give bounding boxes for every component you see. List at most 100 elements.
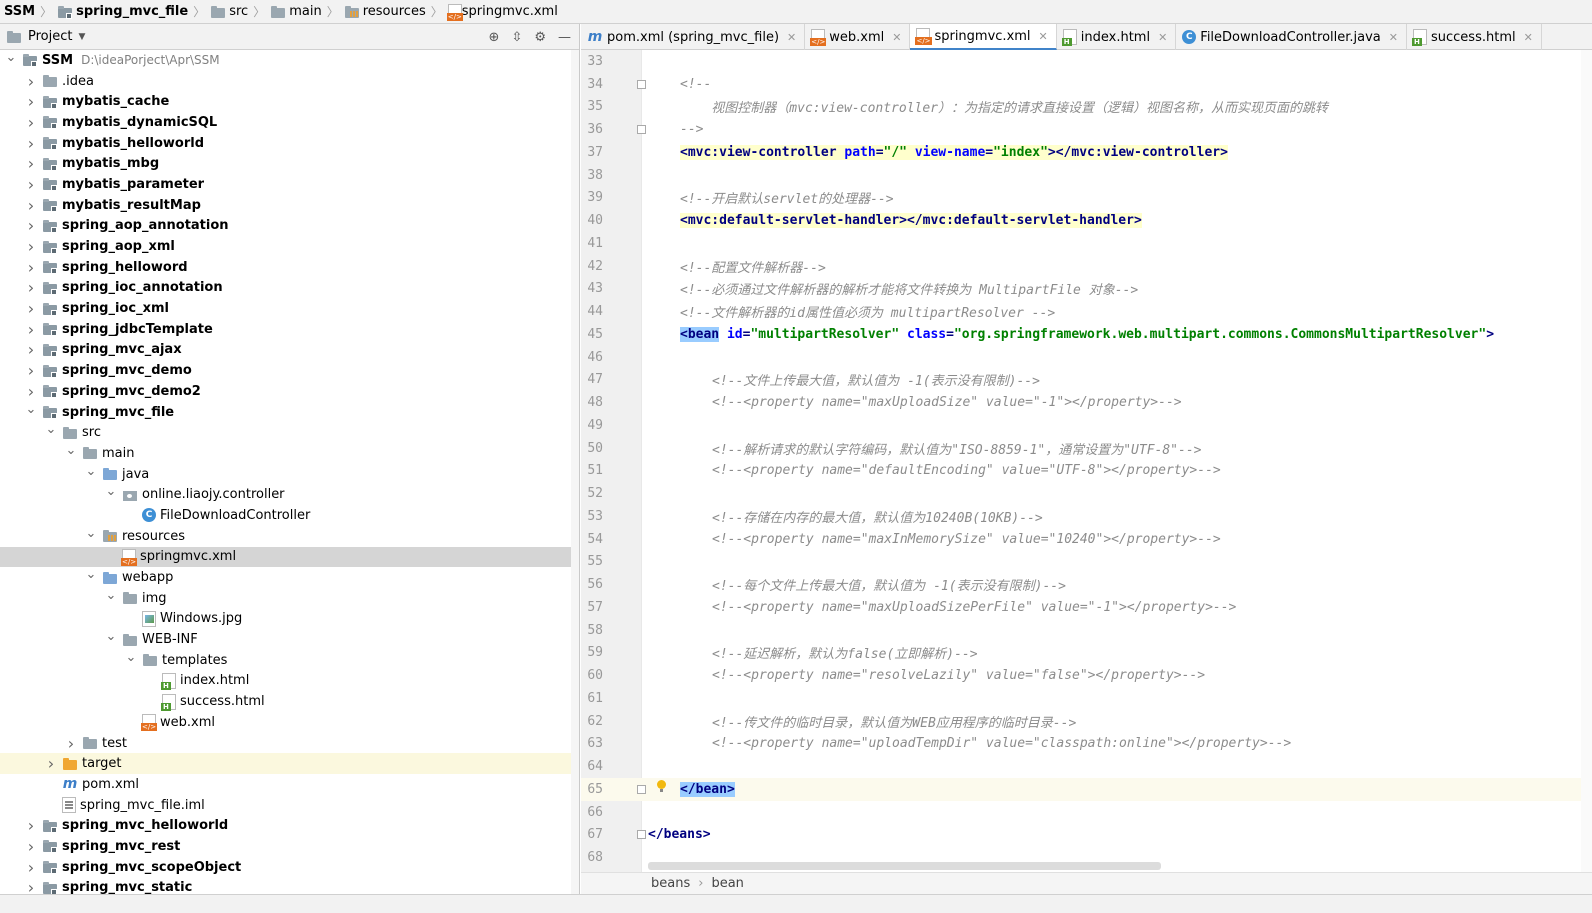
tree-item[interactable]: ⌄ templates — [0, 650, 579, 671]
tree-item[interactable]: ⌄ webapp — [0, 567, 579, 588]
code-line[interactable]: 54 <!--<property name="maxInMemorySize" v… — [581, 528, 1592, 551]
code-line[interactable]: 42 <!--配置文件解析器--> — [581, 255, 1592, 278]
code-line[interactable]: 60 <!--<property name="resolveLazily" val… — [581, 664, 1592, 687]
code-line[interactable]: 33 — [581, 50, 1592, 73]
code-line[interactable]: 41 — [581, 232, 1592, 255]
chevron-right-icon[interactable]: › — [64, 734, 78, 753]
close-icon[interactable]: ✕ — [1524, 31, 1533, 44]
code-line[interactable]: 47 <!--文件上传最大值，默认值为 -1(表示没有限制)--> — [581, 369, 1592, 392]
code-line[interactable]: 55 — [581, 551, 1592, 574]
chevron-right-icon[interactable]: › — [24, 72, 38, 91]
code-line[interactable]: 40 <mvc:default-servlet-handler></mvc:def… — [581, 209, 1592, 232]
tree-item[interactable]: index.html — [0, 671, 579, 692]
code-line[interactable]: 45 <bean id="multipartResolver" class="or… — [581, 323, 1592, 346]
tree-item[interactable]: › mybatis_dynamicSQL — [0, 112, 579, 133]
code-line[interactable]: 65 </bean> — [581, 778, 1592, 801]
code-line[interactable]: 52 — [581, 482, 1592, 505]
tree-item[interactable]: m pom.xml — [0, 774, 579, 795]
breadcrumb-item[interactable]: SSM — [4, 0, 35, 24]
breadcrumb-item[interactable]: springmvc.xml — [446, 0, 558, 24]
tree-item[interactable]: › mybatis_parameter — [0, 174, 579, 195]
chevron-right-icon[interactable]: › — [24, 154, 38, 173]
tree-item[interactable]: ⌄ SSM D:\ideaPorject\Apr\SSM — [0, 50, 579, 71]
chevron-down-icon[interactable]: ⌄ — [124, 650, 138, 665]
fold-marker-icon[interactable] — [637, 125, 646, 135]
chevron-down-icon[interactable]: ⌄ — [24, 402, 38, 417]
tree-item[interactable]: › spring_mvc_demo — [0, 360, 579, 381]
tree-item[interactable]: › spring_mvc_helloworld — [0, 815, 579, 836]
code-line[interactable]: 38 — [581, 164, 1592, 187]
code-line[interactable]: 67 </beans> — [581, 824, 1592, 847]
editor-tab[interactable]: springmvc.xml ✕ — [910, 24, 1057, 50]
tree-item[interactable]: › spring_mvc_demo2 — [0, 381, 579, 402]
tree-item[interactable]: › mybatis_resultMap — [0, 195, 579, 216]
chevron-right-icon[interactable]: › — [24, 837, 38, 856]
tree-item[interactable]: ⌄ img — [0, 588, 579, 609]
close-icon[interactable]: ✕ — [1158, 31, 1167, 44]
chevron-right-icon[interactable]: › — [24, 216, 38, 235]
collapse-all-icon[interactable]: ⇳ — [511, 30, 522, 45]
code-line[interactable]: 43 <!--必须通过文件解析器的解析才能将文件转换为 MultipartFile… — [581, 278, 1592, 301]
tree-item[interactable]: ⌄ spring_mvc_file — [0, 402, 579, 423]
project-scrollbar[interactable] — [571, 50, 579, 912]
tree-item[interactable]: ⌄ WEB-INF — [0, 629, 579, 650]
tree-item[interactable]: ⌄ java — [0, 464, 579, 485]
code-line[interactable]: 53 <!--存储在内存的最大值，默认值为10240B(10KB)--> — [581, 505, 1592, 528]
tree-item[interactable]: ⌄ main — [0, 443, 579, 464]
close-icon[interactable]: ✕ — [892, 31, 901, 44]
chevron-right-icon[interactable]: › — [24, 816, 38, 835]
chevron-right-icon[interactable]: › — [24, 340, 38, 359]
chevron-right-icon[interactable]: › — [24, 134, 38, 153]
code-editor[interactable]: 33 34 <!-- 35 视图控制器（mvc:view-controller）：为指… — [581, 50, 1592, 891]
code-line[interactable]: 56 <!--每个文件上传最大值，默认值为 -1(表示没有限制)--> — [581, 573, 1592, 596]
code-line[interactable]: 66 — [581, 801, 1592, 824]
breadcrumb-item[interactable]: spring_mvc_file — [57, 0, 188, 24]
chevron-right-icon[interactable]: › — [24, 92, 38, 111]
editor-tab[interactable]: success.html ✕ — [1407, 24, 1542, 50]
fold-marker-icon[interactable] — [637, 784, 646, 794]
tree-item[interactable]: spring_mvc_file.iml — [0, 795, 579, 816]
tree-item[interactable]: › spring_mvc_scopeObject — [0, 857, 579, 878]
vertical-scrollbar[interactable] — [1581, 50, 1592, 891]
code-line[interactable]: 62 <!--传文件的临时目录，默认值为WEB应用程序的临时目录--> — [581, 710, 1592, 733]
chevron-down-icon[interactable]: ⌄ — [4, 50, 18, 65]
tree-item[interactable]: › mybatis_cache — [0, 91, 579, 112]
code-line[interactable]: 46 — [581, 346, 1592, 369]
close-icon[interactable]: ✕ — [1389, 31, 1398, 44]
tree-item[interactable]: › spring_helloword — [0, 257, 579, 278]
tree-item[interactable]: springmvc.xml — [0, 546, 579, 568]
tree-item[interactable]: web.xml — [0, 712, 579, 733]
code-line[interactable]: 34 <!-- — [581, 73, 1592, 96]
code-line[interactable]: 57 <!--<property name="maxUploadSizePerFi… — [581, 596, 1592, 619]
tree-item[interactable]: › spring_ioc_annotation — [0, 278, 579, 299]
chevron-down-icon[interactable]: ⌄ — [84, 464, 98, 479]
code-line[interactable]: 37 <mvc:view-controller path="/" view-nam… — [581, 141, 1592, 164]
chevron-right-icon[interactable]: › — [24, 858, 38, 877]
minimize-icon[interactable]: — — [558, 30, 571, 45]
chevron-down-icon[interactable]: ⌄ — [84, 526, 98, 541]
code-line[interactable]: 36 --> — [581, 118, 1592, 141]
chevron-down-icon[interactable]: ⌄ — [44, 422, 58, 437]
editor-tab[interactable]: C FileDownloadController.java ✕ — [1176, 24, 1407, 50]
editor-tab[interactable]: m pom.xml (spring_mvc_file) ✕ — [581, 24, 806, 50]
editor-tab[interactable]: index.html ✕ — [1057, 24, 1177, 50]
chevron-down-icon[interactable]: ⌄ — [64, 443, 78, 458]
code-line[interactable]: 35 视图控制器（mvc:view-controller）：为指定的请求直接设置… — [581, 96, 1592, 119]
code-line[interactable]: 48 <!--<property name="maxUploadSize" val… — [581, 391, 1592, 414]
tree-item[interactable]: › target — [0, 753, 579, 775]
locate-file-icon[interactable]: ⊕ — [489, 30, 500, 45]
breadcrumb-item[interactable]: src — [210, 0, 248, 24]
code-line[interactable]: 51 <!--<property name="defaultEncoding" v… — [581, 460, 1592, 483]
breadcrumb-item[interactable]: resources — [344, 0, 426, 24]
tree-item[interactable]: › mybatis_helloworld — [0, 133, 579, 154]
chevron-down-icon[interactable]: ⌄ — [104, 629, 118, 644]
code-line[interactable]: 44 <!--文件解析器的id属性值必须为 multipartResolver -… — [581, 300, 1592, 323]
project-panel-title[interactable]: Project — [28, 29, 72, 44]
lightbulb-icon[interactable] — [657, 780, 666, 792]
code-line[interactable]: 50 <!--解析请求的默认字符编码，默认值为"ISO-8859-1"，通常设置为… — [581, 437, 1592, 460]
close-icon[interactable]: ✕ — [787, 31, 796, 44]
chevron-down-icon[interactable]: ⌄ — [84, 567, 98, 582]
tree-item[interactable]: Windows.jpg — [0, 609, 579, 630]
tree-item[interactable]: › mybatis_mbg — [0, 153, 579, 174]
gear-icon[interactable]: ⚙ — [534, 30, 546, 45]
